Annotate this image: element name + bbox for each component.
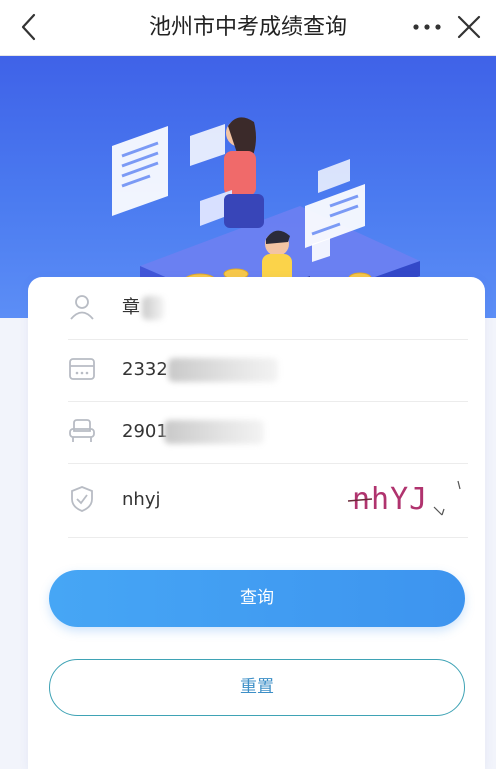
- exam-number-value: 2332: [122, 359, 168, 380]
- id-number-value: 2901: [122, 421, 168, 442]
- id-card-icon: [68, 355, 96, 383]
- more-button[interactable]: [410, 12, 444, 42]
- top-nav-bar: 池州市中考成绩查询: [0, 0, 496, 56]
- redacted-mask: [168, 358, 278, 382]
- seat-icon: [68, 417, 96, 445]
- redacted-mask: [142, 296, 164, 320]
- query-button[interactable]: 查询: [49, 570, 465, 627]
- shield-check-icon: [68, 485, 96, 513]
- close-button[interactable]: [454, 12, 484, 42]
- query-form-card: 章 2332 2901 nhyj nhYJ 查询 重置: [28, 277, 485, 769]
- user-icon: [68, 293, 96, 321]
- redacted-mask: [164, 420, 264, 444]
- name-value: 章: [122, 297, 140, 318]
- id-number-field[interactable]: 2901: [68, 401, 468, 464]
- captcha-input-value: nhyj: [122, 489, 161, 510]
- more-dots-icon: [413, 24, 441, 30]
- exam-number-field[interactable]: 2332: [68, 339, 468, 402]
- close-icon: [457, 15, 481, 39]
- name-field[interactable]: 章: [68, 277, 468, 340]
- captcha-image[interactable]: nhYJ: [346, 471, 468, 521]
- captcha-field[interactable]: nhyj nhYJ: [68, 463, 468, 538]
- reset-button[interactable]: 重置: [49, 659, 465, 716]
